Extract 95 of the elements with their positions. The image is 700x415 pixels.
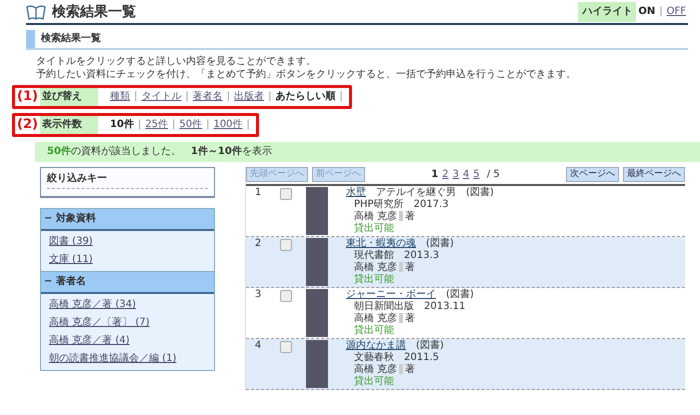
page-link[interactable]: 5 xyxy=(471,168,482,180)
page-link[interactable]: 3 xyxy=(450,168,461,180)
separator-bar xyxy=(399,364,404,374)
publisher: 文藝春秋 xyxy=(354,352,394,363)
step-number: (1) xyxy=(16,90,39,104)
facet-header[interactable]: − 著者名 xyxy=(41,272,214,294)
title-link[interactable]: 東北・蝦夷の魂 xyxy=(346,238,416,249)
author-role: 著 xyxy=(405,364,416,375)
result-number: 4 xyxy=(254,340,262,353)
author-role: 著 xyxy=(405,262,416,273)
sort-link[interactable]: 著者名 xyxy=(190,91,225,103)
availability-status: 貸出可能 xyxy=(353,223,395,235)
separator: | xyxy=(267,91,272,103)
page-link[interactable]: 4 xyxy=(460,168,472,180)
page-total: / 5 xyxy=(486,168,501,180)
next-page-button[interactable]: 次ページへ xyxy=(566,167,619,182)
author: 高橋 克彦 xyxy=(354,262,398,273)
publish-date: 2013.11 xyxy=(424,301,466,312)
sort-link[interactable]: 出版者 xyxy=(232,91,266,103)
sort-option: あたらしい順 xyxy=(273,91,338,103)
highlight-toggle[interactable]: OFF xyxy=(664,4,688,20)
result-number: 3 xyxy=(254,289,262,302)
checkbox[interactable] xyxy=(280,341,292,353)
highlight-toggle[interactable]: ON xyxy=(636,4,658,20)
cover-placeholder xyxy=(306,187,328,235)
separator: | xyxy=(184,91,190,103)
availability-status: 貸出可能 xyxy=(353,376,395,388)
publisher: 現代書館 xyxy=(354,250,394,261)
sort-option: 10件 xyxy=(108,119,136,131)
section-title: 検索結果一覧 xyxy=(40,32,102,46)
separator: | xyxy=(338,91,344,103)
result-number: 1 xyxy=(254,187,262,200)
separator: | xyxy=(658,5,664,19)
separator: | xyxy=(170,119,176,131)
availability-status: 貸出可能 xyxy=(353,325,395,337)
item-type: (図書) xyxy=(446,289,474,300)
separator: | xyxy=(136,119,142,131)
section-marker xyxy=(26,30,35,48)
author: 高橋 克彦 xyxy=(354,313,398,324)
separator: | xyxy=(246,119,251,131)
result-summary: 50件の資料が該当しました。 1件～10件を表示 xyxy=(35,142,700,162)
publisher: PHP研究所 xyxy=(354,199,404,210)
instruction-text: 予約したい資料にチェックを付け、「まとめて予約」ボタンをクリックすると、一括で予約申込を行うことができます。 xyxy=(36,68,577,81)
separator: | xyxy=(132,91,138,103)
separator-bar xyxy=(399,211,404,222)
page-link[interactable]: 1 xyxy=(429,168,440,180)
item-type: (図書) xyxy=(416,340,444,351)
subtitle: アテルイを継ぐ男 xyxy=(376,187,456,198)
checkbox[interactable] xyxy=(280,239,292,251)
publisher: 朝日新聞出版 xyxy=(354,301,414,312)
publish-date: 2011.5 xyxy=(404,352,439,363)
facet-link[interactable]: 高橋 克彦／著 (4) xyxy=(49,335,130,347)
author: 高橋 克彦 xyxy=(354,364,398,375)
instruction-text: タイトルをクリックすると詳しい内容を見ることができます。 xyxy=(36,55,317,68)
checkbox[interactable] xyxy=(280,290,292,302)
facet-link[interactable]: 高橋 克彦／〔著〕 (7) xyxy=(49,317,150,329)
publish-date: 2013.3 xyxy=(404,250,439,261)
title-link[interactable]: ジャーニー・ボーイ xyxy=(346,289,436,300)
separator: | xyxy=(226,91,232,103)
last-page-button[interactable]: 最終ページへ xyxy=(623,167,685,182)
page-title: 検索結果一覧 xyxy=(52,4,137,20)
sort-link[interactable]: 100件 xyxy=(211,119,245,131)
result-number: 2 xyxy=(254,238,262,251)
page-link[interactable]: 2 xyxy=(440,168,451,180)
highlight-label: ハイライト xyxy=(578,2,636,22)
author-role: 著 xyxy=(405,211,416,222)
publish-date: 2017.3 xyxy=(414,199,449,210)
sort-link[interactable]: 25件 xyxy=(143,119,170,131)
step-number: (2) xyxy=(16,118,39,132)
title-link[interactable]: 水壁 xyxy=(346,187,366,198)
separator-bar xyxy=(399,313,404,324)
cover-placeholder xyxy=(306,340,328,388)
item-type: (図書) xyxy=(466,187,494,198)
facet-link[interactable]: 朝の読書推進協議会／編 (1) xyxy=(49,353,176,365)
facet-link[interactable]: 図書 (39) xyxy=(49,236,93,248)
title-link[interactable]: 源内なかま講 xyxy=(346,340,406,351)
separator-bar xyxy=(399,262,404,272)
author: 高橋 克彦 xyxy=(354,211,398,222)
availability-status: 貸出可能 xyxy=(353,274,395,286)
author-role: 著 xyxy=(405,313,416,324)
sort-link[interactable]: タイトル xyxy=(139,91,184,103)
separator: | xyxy=(205,119,210,131)
option-label: 並び替え xyxy=(40,88,98,106)
sort-link[interactable]: 50件 xyxy=(177,119,204,131)
facet-link[interactable]: 高橋 克彦／著 (34) xyxy=(49,299,136,311)
item-type: (図書) xyxy=(426,238,454,249)
checkbox[interactable] xyxy=(280,188,292,200)
cover-placeholder xyxy=(306,289,328,337)
facet-link[interactable]: 文庫 (11) xyxy=(49,254,93,266)
filter-key-title: 絞り込みキー xyxy=(47,173,208,189)
option-label: 表示件数 xyxy=(40,116,98,134)
facet-header[interactable]: − 対象資料 xyxy=(41,209,214,231)
sort-link[interactable]: 種類 xyxy=(108,91,132,103)
book-icon xyxy=(26,4,46,20)
cover-placeholder xyxy=(306,238,328,286)
